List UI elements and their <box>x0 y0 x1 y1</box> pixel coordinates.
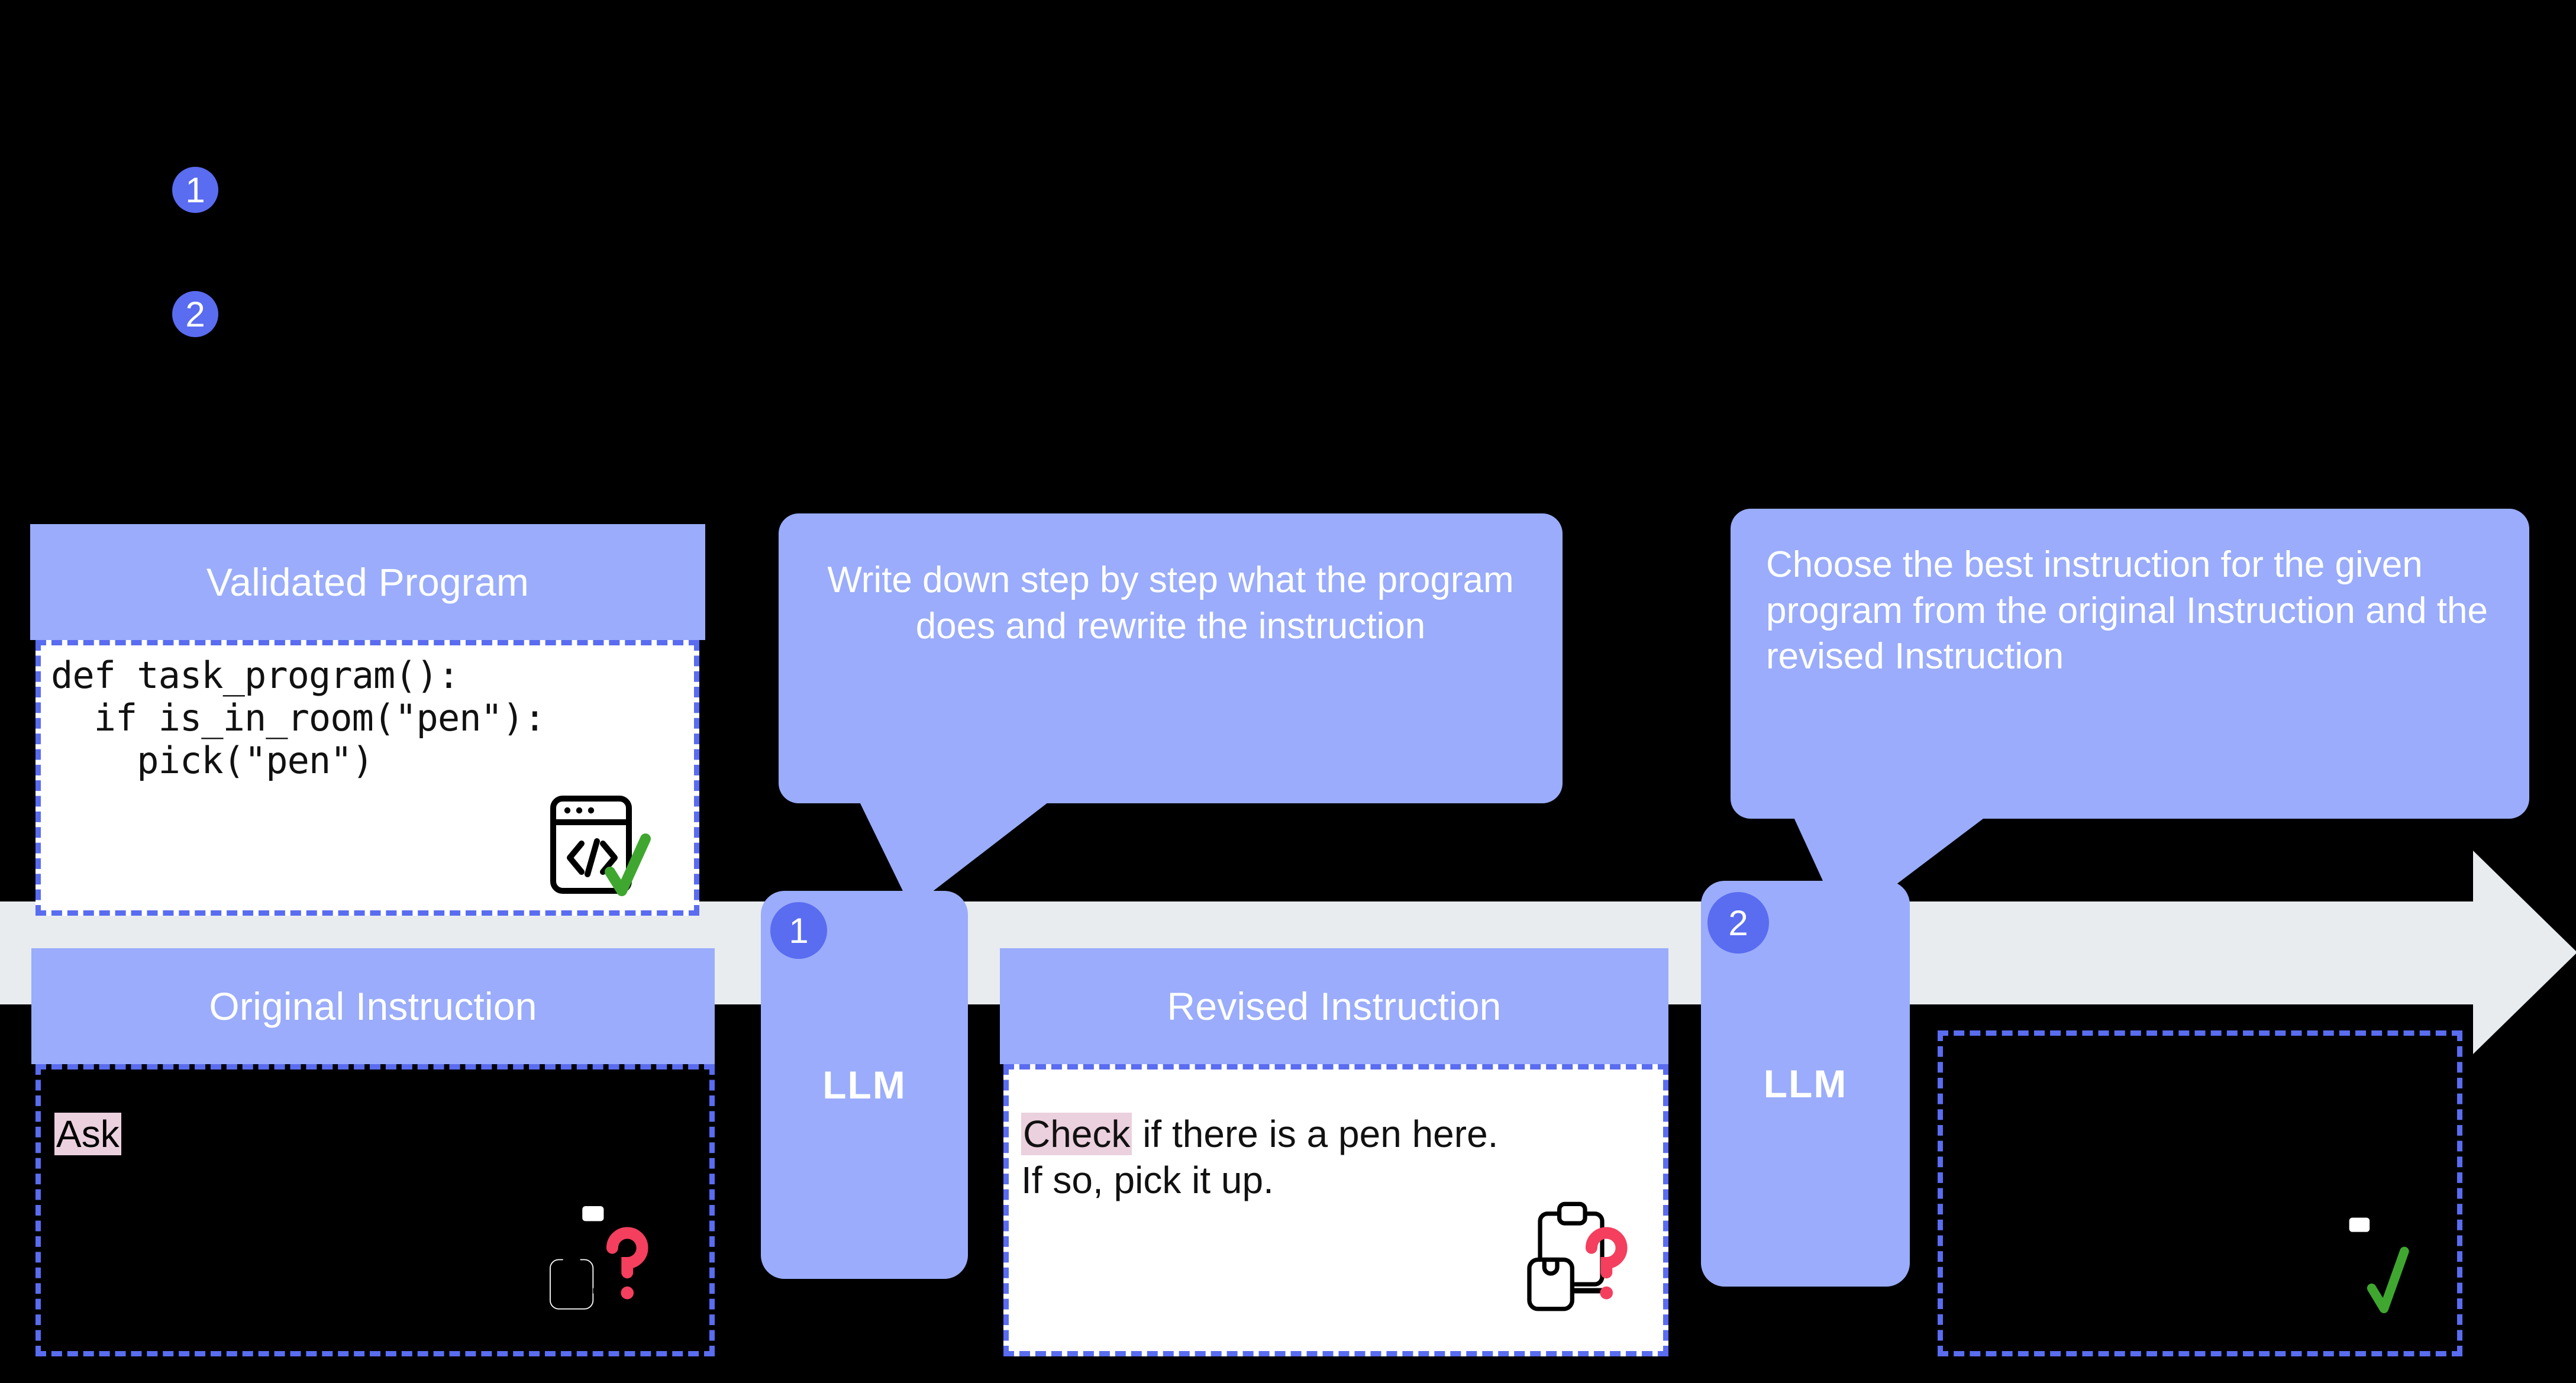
bubble-rewrite: Write down step by step what the program… <box>779 513 1563 803</box>
original-instruction-header: Original Instruction <box>31 948 715 1064</box>
step-badge-two-top: 2 <box>172 291 218 337</box>
process-flow-arrow-head <box>2473 851 2576 1054</box>
original-instruction-text: Ask <box>54 1111 676 1157</box>
revised-instruction-line1-rest: if there is a pen here. <box>1132 1113 1499 1155</box>
llm-box-two-label: LLM <box>1763 1062 1848 1106</box>
llm-box-one-label: LLM <box>822 1063 906 1107</box>
step-badge-one-top-label: 1 <box>185 170 205 210</box>
validated-program-code: def task_program(): if is_in_room("pen")… <box>51 654 546 782</box>
revised-instruction-header: Revised Instruction <box>1000 948 1668 1064</box>
bubble-choose-tail <box>1793 815 1988 925</box>
validated-program-title: Validated Program <box>206 560 530 604</box>
step-badge-one-top: 1 <box>172 167 218 213</box>
clipboard-question-icon-revised <box>1527 1201 1628 1311</box>
code-window-check-icon <box>550 796 651 896</box>
bubble-choose-text: Choose the best instruction for the give… <box>1766 544 2488 677</box>
validated-program-header: Validated Program <box>30 524 705 640</box>
revised-instruction-title: Revised Instruction <box>1167 984 1502 1028</box>
step-badge-one-llm-label: 1 <box>789 910 809 951</box>
bubble-rewrite-tail <box>858 799 1053 908</box>
step-badge-two-llm-label: 2 <box>1728 903 1748 943</box>
bubble-rewrite-text: Write down step by step what the program… <box>827 560 1514 647</box>
step-badge-one-llm: 1 <box>770 902 827 959</box>
clipboard-question-icon-original <box>548 1201 648 1311</box>
original-instruction-highlight: Ask <box>54 1113 121 1155</box>
revised-instruction-highlight: Check <box>1021 1113 1132 1155</box>
step-badge-two-top-label: 2 <box>185 294 205 334</box>
step-badge-two-llm: 2 <box>1707 892 1769 954</box>
diagram-canvas: 1 2 Validated Program def task_program()… <box>0 0 2576 1383</box>
revised-instruction-line2: If so, pick it up. <box>1021 1159 1274 1202</box>
revised-instruction-text: Check if there is a pen here. If so, pic… <box>1021 1111 1648 1203</box>
bubble-choose: Choose the best instruction for the give… <box>1731 509 2529 819</box>
original-instruction-title: Original Instruction <box>209 984 537 1028</box>
clipboard-check-icon <box>2316 1213 2409 1318</box>
